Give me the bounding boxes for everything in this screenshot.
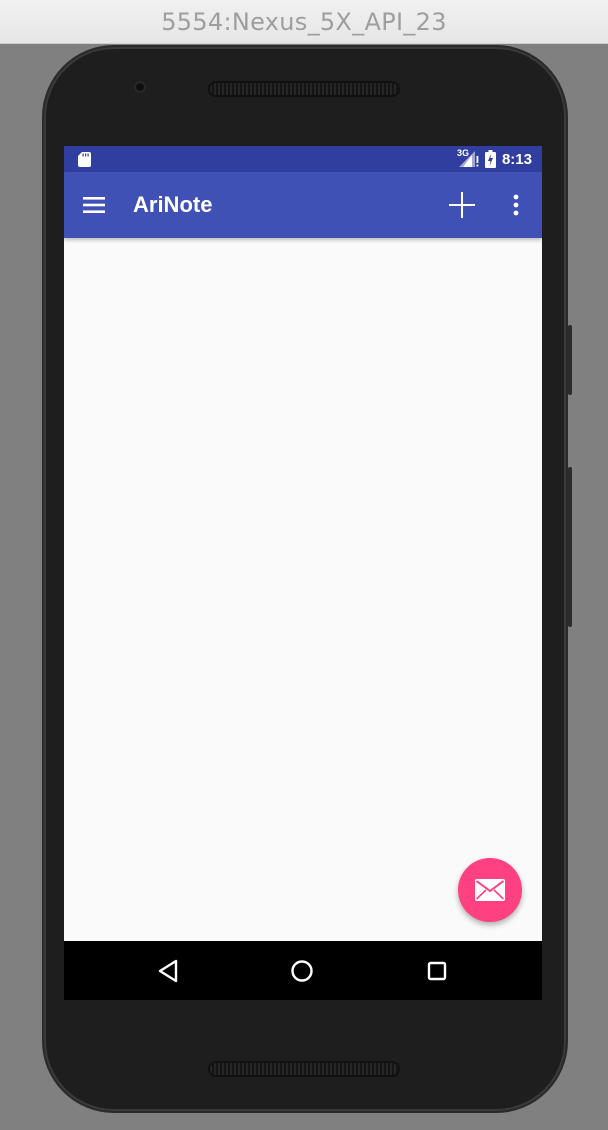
sd-card-icon <box>78 152 91 167</box>
add-icon <box>449 192 475 218</box>
home-button[interactable] <box>284 953 320 989</box>
signal-icon: 3G <box>457 148 479 168</box>
menu-icon <box>83 197 105 213</box>
email-icon <box>475 879 505 901</box>
app-bar: AriNote <box>64 172 542 238</box>
top-speaker <box>208 81 400 97</box>
navigation-bar <box>64 941 542 1000</box>
recents-button[interactable] <box>419 953 455 989</box>
status-bar: 3G 8:13 <box>64 146 542 172</box>
window-title-bar: 5554:Nexus_5X_API_23 <box>0 0 608 44</box>
device-screen: 3G 8:13 AriNote <box>64 146 542 1000</box>
volume-button[interactable] <box>568 467 572 627</box>
recents-icon <box>427 961 447 981</box>
status-right-group: 3G 8:13 <box>457 146 532 172</box>
app-title: AriNote <box>133 192 213 217</box>
back-icon <box>158 959 178 983</box>
add-button[interactable] <box>444 189 480 221</box>
menu-button[interactable] <box>78 189 110 221</box>
bottom-speaker <box>208 1061 400 1077</box>
compose-fab[interactable] <box>458 858 522 922</box>
overflow-menu-icon <box>513 194 519 216</box>
main-content <box>64 238 542 940</box>
status-time: 8:13 <box>501 150 532 168</box>
overflow-menu-button[interactable] <box>502 189 530 221</box>
battery-icon <box>484 150 496 168</box>
front-camera <box>134 81 146 93</box>
power-button[interactable] <box>568 325 572 395</box>
window-title: 5554:Nexus_5X_API_23 <box>161 7 447 36</box>
back-button[interactable] <box>150 953 186 989</box>
home-icon <box>291 960 313 982</box>
